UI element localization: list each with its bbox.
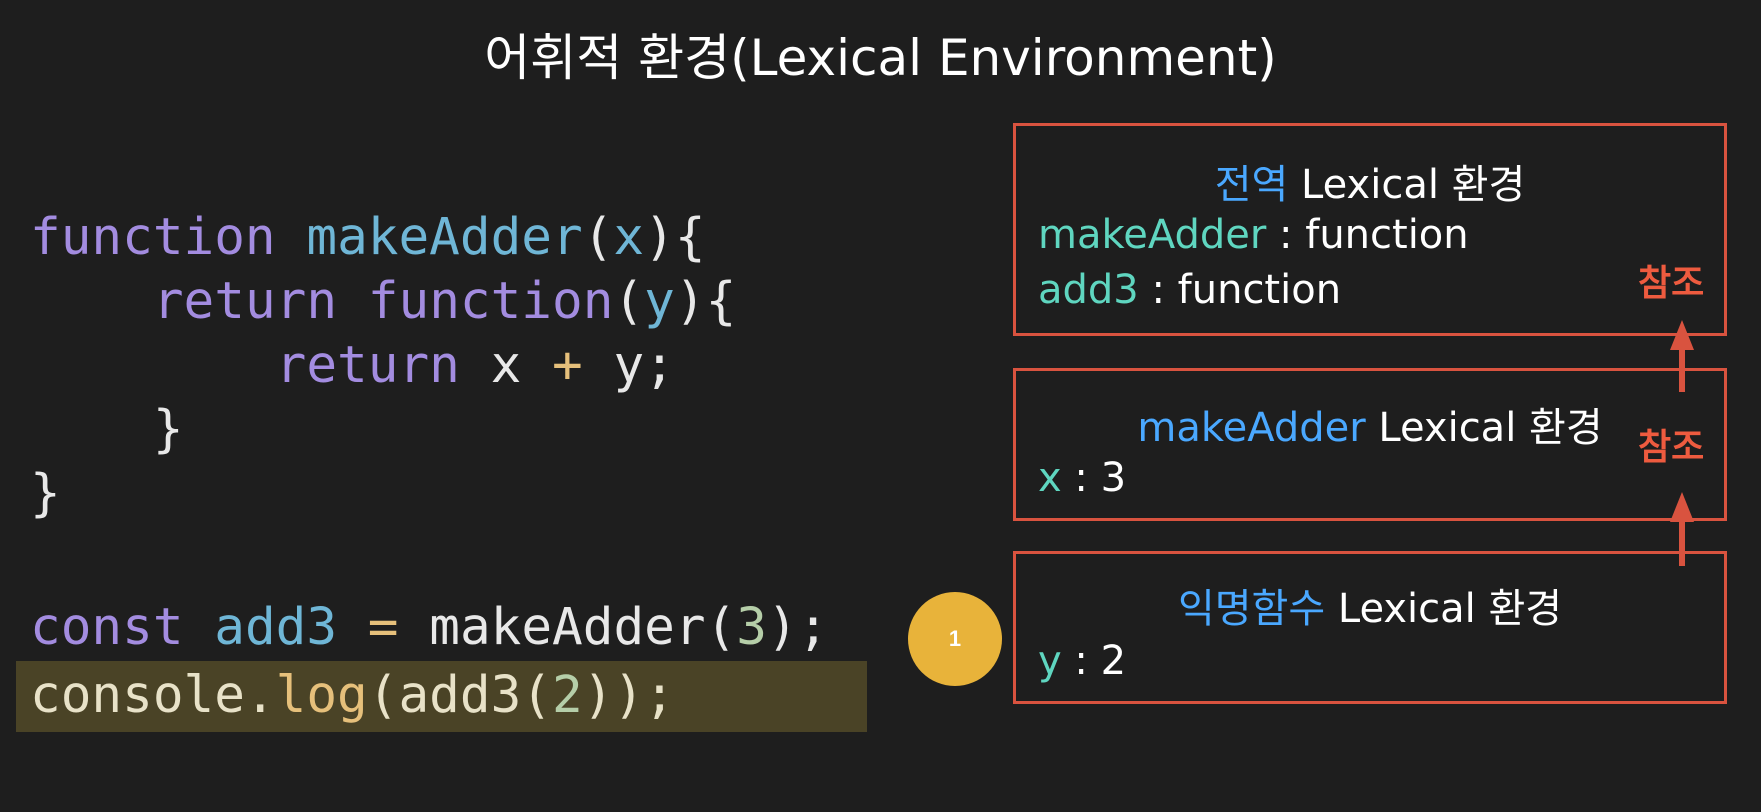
arrow-lower — [1670, 492, 1694, 566]
reference-arrows — [1670, 320, 1694, 566]
arrow-upper — [1670, 320, 1694, 392]
arrow-upper-head — [1670, 320, 1694, 350]
arrow-lower-head — [1670, 492, 1694, 522]
